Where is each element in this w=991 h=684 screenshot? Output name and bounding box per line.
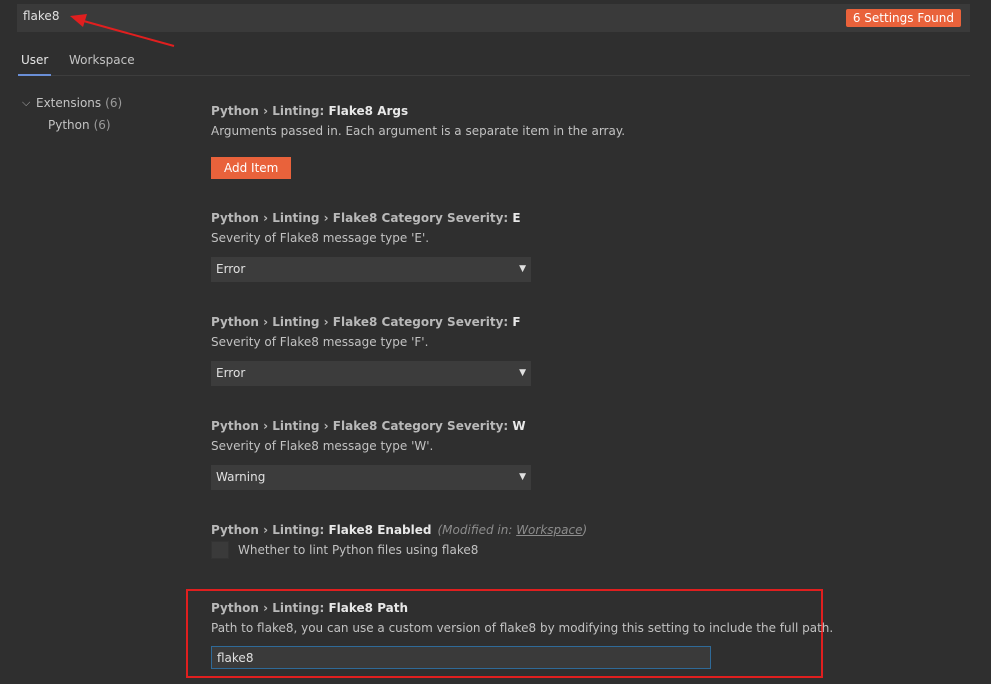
setting-title: Python › Linting: Flake8 Enabled (Modifie… (211, 522, 831, 538)
tree-item-python[interactable]: Python (6) (22, 114, 122, 136)
setting-key: E (512, 211, 521, 225)
severity-e-select[interactable]: Error ▼ (211, 257, 531, 282)
chevron-down-icon: ⌵ (22, 96, 31, 109)
settings-found-badge: 6 Settings Found (845, 9, 961, 27)
annotation-arrow (70, 14, 175, 47)
setting-description: Severity of Flake8 message type 'E'. (211, 231, 430, 245)
setting-category: Python › Linting › Flake8 Category Sever… (211, 419, 513, 433)
setting-title: Python › Linting: Flake8 Path (211, 600, 831, 616)
tree-item-count: (6) (105, 96, 123, 110)
setting-category: Python › Linting: (211, 523, 329, 537)
checkbox-row: Whether to lint Python files using flake… (211, 540, 831, 560)
select-value: Error (216, 366, 246, 380)
settings-toc-tree: ⌵ Extensions (6) Python (6) (22, 92, 122, 136)
setting-key: Flake8 Args (328, 104, 409, 118)
caret-down-icon: ▼ (519, 264, 526, 274)
setting-category: Python › Linting: (211, 601, 329, 615)
setting-category: Python › Linting › Flake8 Category Sever… (211, 211, 513, 225)
setting-title: Python › Linting › Flake8 Category Sever… (211, 418, 831, 434)
setting-description: Severity of Flake8 message type 'F'. (211, 335, 429, 349)
select-value: Warning (216, 470, 266, 484)
setting-description: Arguments passed in. Each argument is a … (211, 124, 626, 138)
tree-item-label: Extensions (36, 96, 102, 110)
modified-indicator: (Modified in: Workspace) (437, 523, 587, 537)
setting-description: Path to flake8, you can use a custom ver… (211, 621, 834, 635)
setting-category: Python › Linting: (211, 104, 329, 118)
flake8-enabled-checkbox[interactable] (211, 541, 229, 559)
modified-prefix: (Modified in: (437, 523, 517, 537)
setting-key: Flake8 Path (328, 601, 409, 615)
tree-item-extensions[interactable]: ⌵ Extensions (6) (22, 92, 122, 114)
setting-description: Whether to lint Python files using flake… (238, 543, 479, 557)
setting-flake8-severity-e: Python › Linting › Flake8 Category Sever… (211, 210, 831, 282)
caret-down-icon: ▼ (519, 368, 526, 378)
tree-item-label: Python (48, 118, 90, 132)
setting-title: Python › Linting › Flake8 Category Sever… (211, 210, 831, 226)
setting-flake8-severity-f: Python › Linting › Flake8 Category Sever… (211, 314, 831, 386)
setting-title: Python › Linting: Flake8 Args (211, 103, 831, 119)
setting-key: Flake8 Enabled (328, 523, 432, 537)
setting-flake8-severity-w: Python › Linting › Flake8 Category Sever… (211, 418, 831, 490)
severity-f-select[interactable]: Error ▼ (211, 361, 531, 386)
setting-title: Python › Linting › Flake8 Category Sever… (211, 314, 831, 330)
select-value: Error (216, 262, 246, 276)
flake8-path-input[interactable] (211, 646, 711, 669)
setting-description: Severity of Flake8 message type 'W'. (211, 439, 434, 453)
setting-flake8-path: Python › Linting: Flake8 Path Path to fl… (211, 600, 834, 669)
setting-key: F (512, 315, 521, 329)
setting-flake8-args: Python › Linting: Flake8 Args Arguments … (211, 103, 831, 179)
setting-key: W (512, 419, 526, 433)
tree-item-count: (6) (93, 118, 111, 132)
tab-user[interactable]: User (18, 50, 52, 76)
setting-flake8-enabled: Python › Linting: Flake8 Enabled (Modifie… (211, 522, 831, 560)
severity-w-select[interactable]: Warning ▼ (211, 465, 531, 490)
tab-workspace[interactable]: Workspace (69, 50, 135, 76)
modified-suffix: ) (582, 523, 588, 537)
add-item-button[interactable]: Add Item (211, 157, 292, 179)
settings-scope-tabs: User Workspace (18, 50, 970, 76)
caret-down-icon: ▼ (519, 472, 526, 482)
modified-workspace-link[interactable]: Workspace (516, 523, 582, 537)
setting-category: Python › Linting › Flake8 Category Sever… (211, 315, 513, 329)
